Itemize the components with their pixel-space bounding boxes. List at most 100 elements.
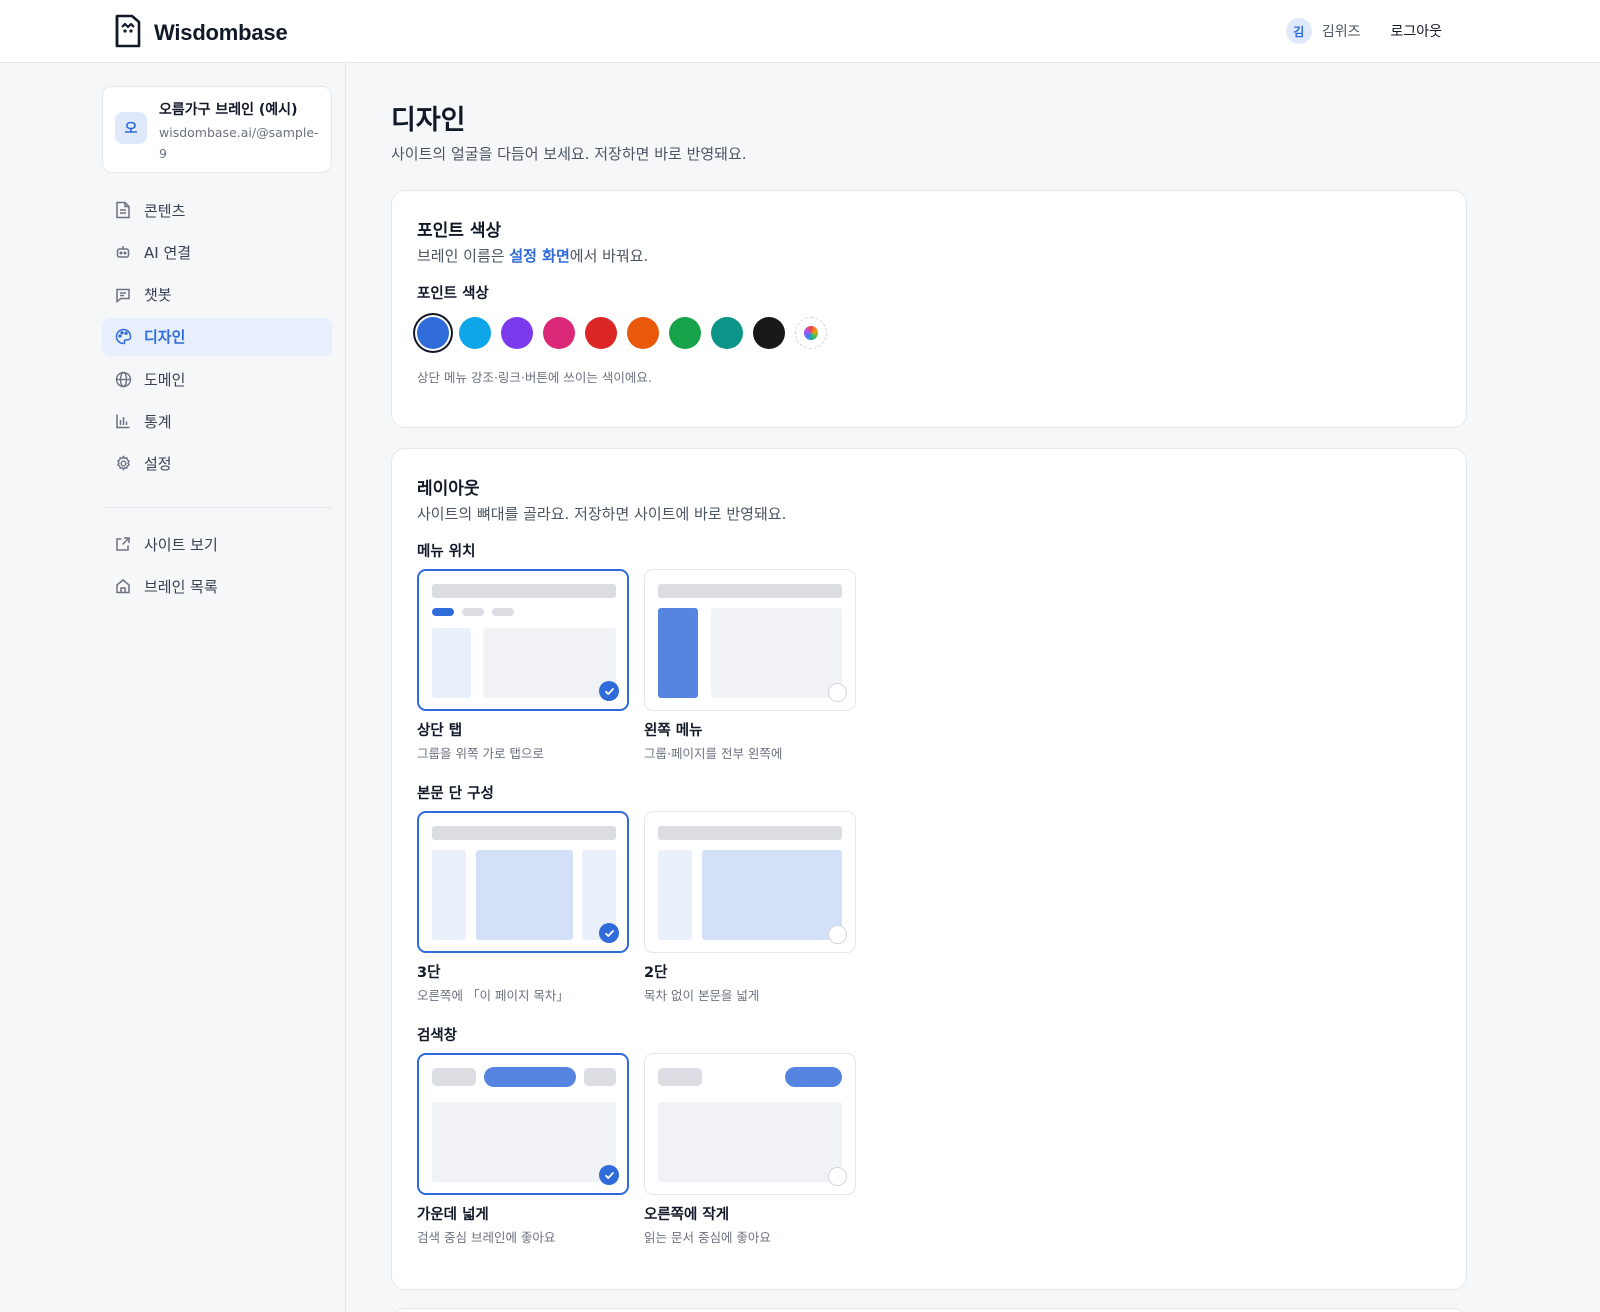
- sidebar-secondary-nav: 사이트 보기 브레인 목록: [102, 525, 332, 610]
- color-swatch-pink[interactable]: [543, 317, 575, 349]
- preview-sidebar: [432, 628, 471, 698]
- color-swatch-orange[interactable]: [627, 317, 659, 349]
- preview-content: [432, 1102, 616, 1182]
- sidebar-item-domain[interactable]: 도메인: [102, 360, 332, 398]
- preview-tab: [462, 608, 484, 616]
- sidebar-item-label: 챗봇: [144, 286, 172, 305]
- site-title: 오름가구 브레인 (예시): [159, 102, 298, 118]
- site-avatar: 오: [115, 112, 147, 144]
- sidebar-item-label: AI 연결: [144, 243, 192, 262]
- preview-left-column: [432, 850, 466, 940]
- check-icon: [599, 923, 619, 943]
- nav-divider: [102, 507, 332, 508]
- preview-content: [658, 1102, 842, 1182]
- accent-desc-suffix: 에서 바꿔요.: [569, 247, 649, 265]
- preview-logo-block: [432, 1068, 476, 1086]
- option-title: 2단: [644, 965, 668, 981]
- sidebar-item-label: 도메인: [144, 370, 186, 389]
- top-bar: Wisdombase 김 김위즈 로그아웃: [0, 0, 1600, 63]
- radio-unselected: [828, 683, 847, 702]
- sidebar-item-label: 설정: [144, 455, 172, 474]
- document-icon: [114, 201, 132, 219]
- palette-icon: [114, 328, 132, 346]
- sidebar-item-ai[interactable]: AI 연결: [102, 233, 332, 271]
- page-subtitle: 사이트의 얼굴을 다듬어 보세요. 저장하면 바로 반영돼요.: [391, 145, 747, 163]
- sidebar-item-settings[interactable]: 설정: [102, 445, 332, 483]
- logout-button[interactable]: 로그아웃: [1390, 21, 1442, 41]
- menu-position-label: 메뉴 위치: [417, 544, 476, 560]
- sidebar-nav: 콘텐츠 AI 연결 챗봇 디자인 도메인 통계 설정: [102, 191, 332, 487]
- check-icon: [599, 681, 619, 701]
- external-link-icon: [114, 535, 132, 553]
- preview-search-bar: [484, 1067, 576, 1087]
- color-swatches: [417, 317, 827, 349]
- page-title: 디자인: [391, 105, 466, 136]
- sidebar-item-content[interactable]: 콘텐츠: [102, 191, 332, 229]
- preview-header-bar: [658, 826, 842, 840]
- preview-header-bar: [658, 584, 842, 598]
- option-subtitle: 오른쪽에 「이 페이지 목차」: [417, 988, 569, 1003]
- accent-color-hint: 상단 메뉴 강조·링크·버튼에 쓰이는 색이에요.: [417, 370, 652, 385]
- brand-logo-link[interactable]: Wisdombase: [114, 13, 288, 53]
- sidebar-item-brain-list[interactable]: 브레인 목록: [102, 567, 332, 605]
- color-wheel-icon: [804, 326, 818, 340]
- custom-color-picker[interactable]: [795, 317, 827, 349]
- color-swatch-teal[interactable]: [711, 317, 743, 349]
- option-subtitle: 읽는 문서 중심에 좋아요: [644, 1230, 771, 1245]
- preview-left-column: [658, 850, 692, 940]
- layout-card-description: 사이트의 뼈대를 골라요. 저장하면 사이트에 바로 반영돼요.: [417, 505, 787, 523]
- radio-unselected: [828, 1167, 847, 1186]
- home-icon: [114, 577, 132, 595]
- preview-search-bar: [785, 1067, 842, 1087]
- user-area: 김 김위즈 로그아웃: [1285, 18, 1442, 44]
- user-name[interactable]: 김위즈: [1322, 21, 1361, 41]
- menu-option-left-menu[interactable]: [644, 569, 856, 711]
- columns-label: 본문 단 구성: [417, 786, 494, 802]
- preview-left-menu: [658, 608, 698, 698]
- color-swatch-green[interactable]: [669, 317, 701, 349]
- accent-color-card: 포인트 색상 브레인 이름은 설정 화면에서 바꿔요. 포인트 색상 상단 메뉴…: [391, 190, 1467, 428]
- sidebar-item-design[interactable]: 디자인: [102, 317, 332, 356]
- option-title: 오른쪽에 작게: [644, 1207, 730, 1223]
- brand-name: Wisdombase: [154, 20, 288, 45]
- color-swatch-blue[interactable]: [417, 317, 449, 349]
- option-subtitle: 검색 중심 브레인에 좋아요: [417, 1230, 556, 1245]
- sidebar-item-label: 디자인: [144, 328, 186, 347]
- columns-option-2[interactable]: [644, 811, 856, 953]
- bar-chart-icon: [114, 412, 132, 430]
- color-swatch-red[interactable]: [585, 317, 617, 349]
- layout-card: 레이아웃 사이트의 뼈대를 골라요. 저장하면 사이트에 바로 반영돼요. 메뉴…: [391, 448, 1467, 1290]
- columns-option-3[interactable]: [417, 811, 629, 953]
- preview-tab: [492, 608, 514, 616]
- option-title: 상단 탭: [417, 723, 463, 739]
- site-url: wisdombase.ai/@sample-9: [159, 125, 319, 161]
- preview-main-column: [476, 850, 573, 940]
- color-swatch-black[interactable]: [753, 317, 785, 349]
- sidebar: 오 오름가구 브레인 (예시) wisdombase.ai/@sample-9 …: [0, 63, 346, 1312]
- preview-tab-active: [432, 608, 454, 616]
- user-avatar[interactable]: 김: [1285, 18, 1312, 44]
- search-option-center-wide[interactable]: [417, 1053, 629, 1195]
- preview-main-column: [702, 850, 842, 940]
- settings-screen-link[interactable]: 설정 화면: [509, 247, 569, 265]
- site-card[interactable]: 오 오름가구 브레인 (예시) wisdombase.ai/@sample-9: [102, 86, 332, 173]
- accent-color-label: 포인트 색상: [417, 286, 489, 302]
- menu-option-top-tabs[interactable]: [417, 569, 629, 711]
- color-swatch-purple[interactable]: [501, 317, 533, 349]
- sidebar-item-view-site[interactable]: 사이트 보기: [102, 525, 332, 563]
- accent-card-description: 브레인 이름은 설정 화면에서 바꿔요.: [417, 245, 648, 266]
- sidebar-item-label: 통계: [144, 412, 172, 431]
- option-subtitle: 목차 없이 본문을 넓게: [644, 988, 760, 1003]
- sidebar-item-label: 사이트 보기: [144, 535, 218, 554]
- robot-icon: [114, 243, 132, 261]
- sidebar-item-chatbot[interactable]: 챗봇: [102, 276, 332, 314]
- check-icon: [599, 1165, 619, 1185]
- preview-header-bar: [432, 584, 616, 598]
- layout-card-title: 레이아웃: [417, 479, 480, 499]
- sidebar-item-label: 콘텐츠: [144, 201, 186, 220]
- option-title: 왼쪽 메뉴: [644, 723, 703, 739]
- search-option-right-small[interactable]: [644, 1053, 856, 1195]
- sidebar-item-stats[interactable]: 통계: [102, 402, 332, 440]
- color-swatch-sky[interactable]: [459, 317, 491, 349]
- next-card-partial: [391, 1308, 1467, 1312]
